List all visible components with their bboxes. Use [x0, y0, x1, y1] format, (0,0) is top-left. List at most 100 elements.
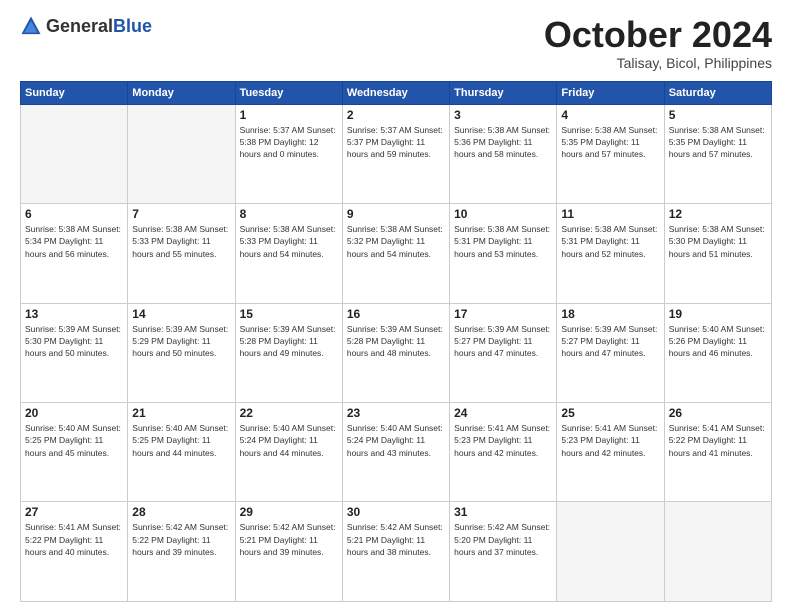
location-subtitle: Talisay, Bicol, Philippines — [544, 55, 772, 71]
table-row: 22 Sunrise: 5:40 AM Sunset: 5:24 PM Dayli… — [235, 403, 342, 502]
col-thursday: Thursday — [450, 81, 557, 104]
day-info: Sunrise: 5:38 AM Sunset: 5:34 PM Dayligh… — [25, 223, 123, 260]
calendar-week-row: 1 Sunrise: 5:37 AM Sunset: 5:38 PM Daylig… — [21, 104, 772, 203]
day-number: 21 — [132, 406, 230, 420]
day-info: Sunrise: 5:38 AM Sunset: 5:32 PM Dayligh… — [347, 223, 445, 260]
col-saturday: Saturday — [664, 81, 771, 104]
day-info: Sunrise: 5:38 AM Sunset: 5:36 PM Dayligh… — [454, 124, 552, 161]
day-number: 18 — [561, 307, 659, 321]
calendar-week-row: 27Sunrise: 5:41 AM Sunset: 5:22 PM Dayli… — [21, 502, 772, 602]
table-row: 30 Sunrise: 5:42 AM Sunset: 5:21 PM Dayli… — [342, 502, 449, 602]
day-number: 12 — [669, 207, 767, 221]
table-row: 4 Sunrise: 5:38 AM Sunset: 5:35 PM Daylig… — [557, 104, 664, 203]
day-number: 1 — [240, 108, 338, 122]
day-info: Sunrise: 5:38 AM Sunset: 5:35 PM Dayligh… — [669, 124, 767, 161]
col-tuesday: Tuesday — [235, 81, 342, 104]
day-info: Sunrise: 5:42 AM Sunset: 5:20 PM Dayligh… — [454, 521, 552, 558]
col-wednesday: Wednesday — [342, 81, 449, 104]
table-row: 16 Sunrise: 5:39 AM Sunset: 5:28 PM Dayli… — [342, 303, 449, 402]
day-number: 25 — [561, 406, 659, 420]
day-info: Sunrise: 5:40 AM Sunset: 5:24 PM Dayligh… — [347, 422, 445, 459]
day-number: 20 — [25, 406, 123, 420]
day-number: 5 — [669, 108, 767, 122]
day-info: Sunrise: 5:38 AM Sunset: 5:31 PM Dayligh… — [454, 223, 552, 260]
day-info: Sunrise: 5:39 AM Sunset: 5:30 PM Dayligh… — [25, 323, 123, 360]
day-number: 4 — [561, 108, 659, 122]
logo: GeneralBlue — [20, 15, 152, 37]
calendar-week-row: 6 Sunrise: 5:38 AM Sunset: 5:34 PM Daylig… — [21, 204, 772, 303]
day-info: Sunrise: 5:39 AM Sunset: 5:29 PM Dayligh… — [132, 323, 230, 360]
day-info: Sunrise: 5:40 AM Sunset: 5:26 PM Dayligh… — [669, 323, 767, 360]
day-info: Sunrise: 5:38 AM Sunset: 5:31 PM Dayligh… — [561, 223, 659, 260]
logo-general: General — [46, 16, 113, 36]
day-info: Sunrise: 5:39 AM Sunset: 5:28 PM Dayligh… — [347, 323, 445, 360]
day-number: 6 — [25, 207, 123, 221]
day-info: Sunrise: 5:38 AM Sunset: 5:35 PM Dayligh… — [561, 124, 659, 161]
table-row: 28Sunrise: 5:42 AM Sunset: 5:22 PM Dayli… — [128, 502, 235, 602]
day-number: 23 — [347, 406, 445, 420]
day-info: Sunrise: 5:37 AM Sunset: 5:38 PM Dayligh… — [240, 124, 338, 161]
table-row: 23 Sunrise: 5:40 AM Sunset: 5:24 PM Dayli… — [342, 403, 449, 502]
table-row: 26 Sunrise: 5:41 AM Sunset: 5:22 PM Dayli… — [664, 403, 771, 502]
table-row: 31Sunrise: 5:42 AM Sunset: 5:20 PM Dayli… — [450, 502, 557, 602]
table-row: 12 Sunrise: 5:38 AM Sunset: 5:30 PM Dayli… — [664, 204, 771, 303]
table-row: 20Sunrise: 5:40 AM Sunset: 5:25 PM Dayli… — [21, 403, 128, 502]
table-row: 7Sunrise: 5:38 AM Sunset: 5:33 PM Daylig… — [128, 204, 235, 303]
table-row: 1 Sunrise: 5:37 AM Sunset: 5:38 PM Daylig… — [235, 104, 342, 203]
col-monday: Monday — [128, 81, 235, 104]
table-row: 6 Sunrise: 5:38 AM Sunset: 5:34 PM Daylig… — [21, 204, 128, 303]
day-number: 17 — [454, 307, 552, 321]
day-number: 9 — [347, 207, 445, 221]
table-row: 10Sunrise: 5:38 AM Sunset: 5:31 PM Dayli… — [450, 204, 557, 303]
day-number: 22 — [240, 406, 338, 420]
day-number: 3 — [454, 108, 552, 122]
table-row: 29 Sunrise: 5:42 AM Sunset: 5:21 PM Dayli… — [235, 502, 342, 602]
table-row: 11Sunrise: 5:38 AM Sunset: 5:31 PM Dayli… — [557, 204, 664, 303]
day-number: 13 — [25, 307, 123, 321]
table-row: 14Sunrise: 5:39 AM Sunset: 5:29 PM Dayli… — [128, 303, 235, 402]
table-row — [557, 502, 664, 602]
table-row: 19 Sunrise: 5:40 AM Sunset: 5:26 PM Dayli… — [664, 303, 771, 402]
day-number: 27 — [25, 505, 123, 519]
table-row — [128, 104, 235, 203]
table-row: 27Sunrise: 5:41 AM Sunset: 5:22 PM Dayli… — [21, 502, 128, 602]
calendar-table: Sunday Monday Tuesday Wednesday Thursday… — [20, 81, 772, 602]
day-number: 15 — [240, 307, 338, 321]
table-row: 17 Sunrise: 5:39 AM Sunset: 5:27 PM Dayli… — [450, 303, 557, 402]
day-info: Sunrise: 5:39 AM Sunset: 5:27 PM Dayligh… — [454, 323, 552, 360]
col-friday: Friday — [557, 81, 664, 104]
title-area: October 2024 Talisay, Bicol, Philippines — [544, 15, 772, 71]
logo-icon — [20, 15, 42, 37]
table-row: 3 Sunrise: 5:38 AM Sunset: 5:36 PM Daylig… — [450, 104, 557, 203]
day-number: 30 — [347, 505, 445, 519]
calendar-week-row: 20 Sunrise: 5:40 AM Sunset: 5:25 PM Dayli… — [21, 403, 772, 502]
day-number: 8 — [240, 207, 338, 221]
logo-blue: Blue — [113, 16, 152, 36]
day-info: Sunrise: 5:39 AM Sunset: 5:27 PM Dayligh… — [561, 323, 659, 360]
day-number: 29 — [240, 505, 338, 519]
day-info: Sunrise: 5:38 AM Sunset: 5:33 PM Dayligh… — [240, 223, 338, 260]
day-info: Sunrise: 5:42 AM Sunset: 5:21 PM Dayligh… — [240, 521, 338, 558]
day-info: Sunrise: 5:40 AM Sunset: 5:24 PM Dayligh… — [240, 422, 338, 459]
day-info: Sunrise: 5:42 AM Sunset: 5:21 PM Dayligh… — [347, 521, 445, 558]
table-row: 8 Sunrise: 5:38 AM Sunset: 5:33 PM Daylig… — [235, 204, 342, 303]
day-number: 19 — [669, 307, 767, 321]
table-row: 24Sunrise: 5:41 AM Sunset: 5:23 PM Dayli… — [450, 403, 557, 502]
header: GeneralBlue October 2024 Talisay, Bicol,… — [20, 15, 772, 71]
calendar-header-row: Sunday Monday Tuesday Wednesday Thursday… — [21, 81, 772, 104]
page: GeneralBlue October 2024 Talisay, Bicol,… — [0, 0, 792, 612]
day-info: Sunrise: 5:37 AM Sunset: 5:37 PM Dayligh… — [347, 124, 445, 161]
day-number: 28 — [132, 505, 230, 519]
day-info: Sunrise: 5:41 AM Sunset: 5:22 PM Dayligh… — [669, 422, 767, 459]
table-row: 13 Sunrise: 5:39 AM Sunset: 5:30 PM Dayli… — [21, 303, 128, 402]
table-row: 9 Sunrise: 5:38 AM Sunset: 5:32 PM Daylig… — [342, 204, 449, 303]
day-info: Sunrise: 5:40 AM Sunset: 5:25 PM Dayligh… — [132, 422, 230, 459]
logo-text: GeneralBlue — [46, 16, 152, 37]
table-row: 2Sunrise: 5:37 AM Sunset: 5:37 PM Daylig… — [342, 104, 449, 203]
day-number: 26 — [669, 406, 767, 420]
day-info: Sunrise: 5:38 AM Sunset: 5:33 PM Dayligh… — [132, 223, 230, 260]
table-row: 21 Sunrise: 5:40 AM Sunset: 5:25 PM Dayli… — [128, 403, 235, 502]
table-row: 18 Sunrise: 5:39 AM Sunset: 5:27 PM Dayli… — [557, 303, 664, 402]
day-number: 16 — [347, 307, 445, 321]
day-info: Sunrise: 5:38 AM Sunset: 5:30 PM Dayligh… — [669, 223, 767, 260]
